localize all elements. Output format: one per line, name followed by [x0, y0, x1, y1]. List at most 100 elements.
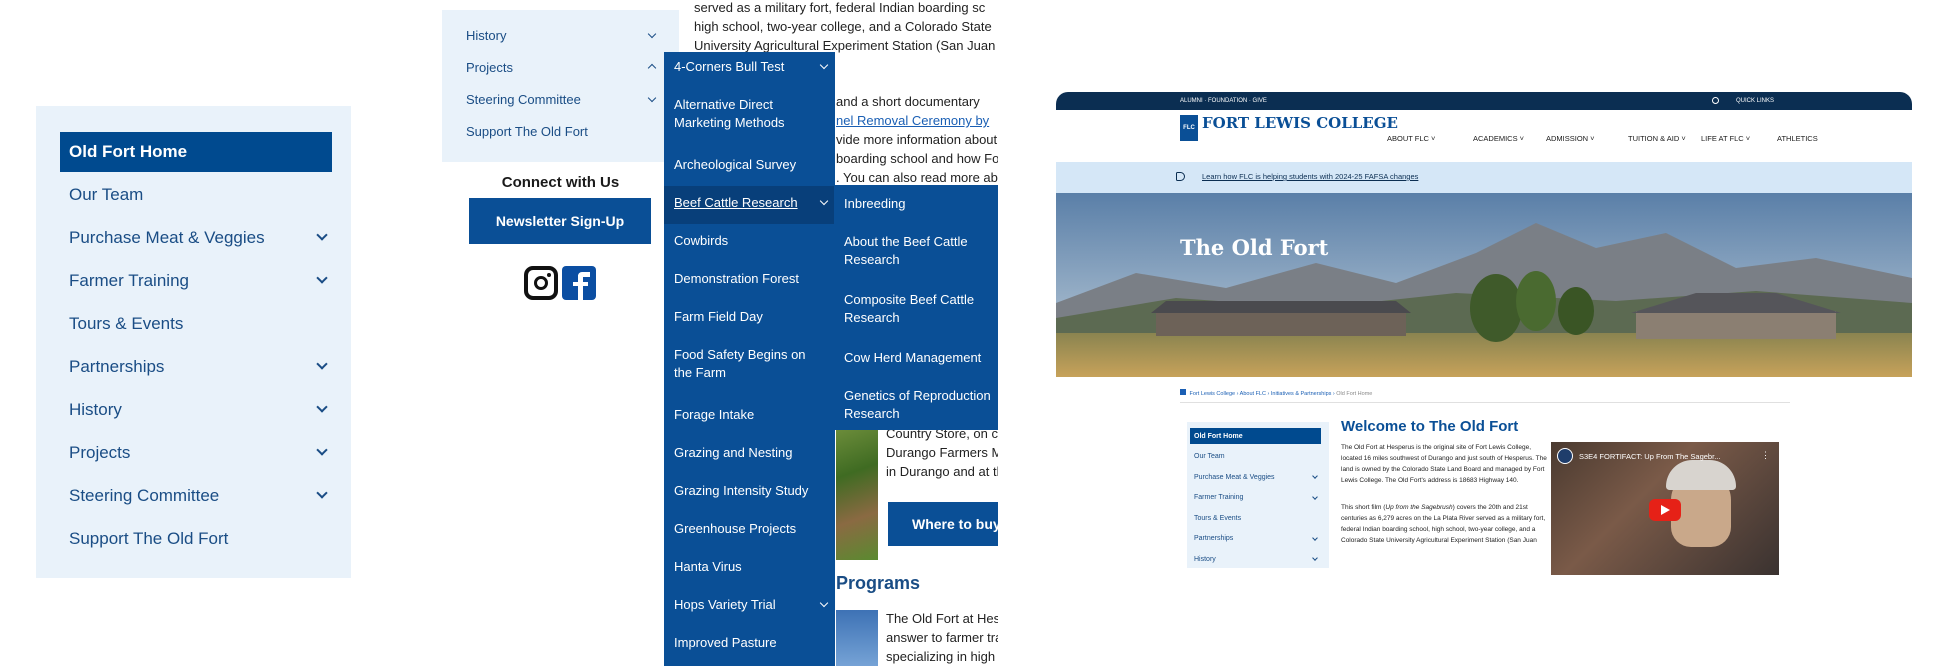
newsletter-button[interactable]: Newsletter Sign-Up [469, 198, 651, 244]
sidebar-item[interactable]: History [1190, 551, 1321, 567]
chevron-down-icon[interactable] [647, 29, 657, 39]
welcome-heading: Welcome to The Old Fort [1341, 418, 1519, 435]
ceremony-link[interactable]: nel Removal Ceremony by [836, 111, 989, 130]
film-paragraph: This short film (Up from the Sagebrush) … [1341, 502, 1547, 546]
sidebar-item-history[interactable]: History [466, 28, 506, 43]
sidebar-item[interactable]: Our Team [1190, 449, 1321, 465]
breadcrumb-item[interactable]: Initiatives & Partnerships [1271, 391, 1332, 397]
sidebar-item[interactable]: Partnerships [1190, 531, 1321, 547]
dropdown-item[interactable]: Greenhouse Projects [674, 520, 824, 538]
facebook-icon[interactable] [562, 266, 596, 300]
video-thumbnail-hair [1666, 460, 1736, 490]
sidebar-item[interactable]: Purchase Meat & Veggies [60, 218, 332, 258]
sidebar-item[interactable]: Support The Old Fort [60, 519, 332, 559]
dropdown-item[interactable]: Forage Intake [674, 406, 824, 424]
dropdown-item[interactable]: Alternative Direct Marketing Methods [674, 96, 824, 132]
video-player[interactable]: S3E4 FORTIFACT: Up From The Sagebr... ⋮ [1551, 442, 1779, 575]
nav-item-label: LIFE AT FLC [1701, 134, 1744, 143]
sidebar-item[interactable]: Old Fort Home [1190, 428, 1321, 444]
chevron-down-icon[interactable] [1312, 534, 1318, 541]
chevron-down-icon[interactable] [316, 272, 328, 284]
where-to-buy-button[interactable]: Where to buy [888, 502, 998, 546]
nav-item[interactable]: ADMISSION ˅ [1546, 134, 1595, 143]
projects-dropdown: 4-Corners Bull Test Alternative Direct Ma… [664, 52, 835, 666]
chevron-down-icon[interactable] [316, 487, 328, 499]
chevron-down-icon[interactable] [316, 444, 328, 456]
dropdown-item[interactable]: Demonstration Forest [674, 270, 824, 288]
nav-item[interactable]: LIFE AT FLC ˅ [1701, 134, 1750, 143]
body-line: in Durango and at th [886, 464, 998, 479]
chevron-down-icon[interactable] [316, 401, 328, 413]
chevron-down-icon: ˅ [1588, 134, 1595, 143]
sidebar-item-label: Farmer Training [69, 271, 189, 290]
dropdown-item[interactable]: Beef Cattle Research [674, 194, 824, 212]
quick-links[interactable]: QUICK LINKS [1736, 98, 1774, 104]
dropdown-item[interactable]: Grazing and Nesting [674, 444, 824, 462]
sidebar-item-label: Old Fort Home [69, 142, 188, 161]
sidebar-item-steering[interactable]: Steering Committee [466, 92, 581, 107]
sidebar-item[interactable]: Partnerships [60, 347, 332, 387]
film-title: Up from the Sagebrush [1385, 504, 1453, 511]
body-line: specializing in high [886, 649, 996, 664]
submenu-item[interactable]: Genetics of Reproduction Research [844, 387, 994, 423]
dropdown-item[interactable]: Grazing Intensity Study [674, 482, 824, 500]
dropdown-item[interactable]: Cowbirds [674, 232, 824, 250]
sidebar-item[interactable]: Old Fort Home [60, 132, 332, 172]
nav-item[interactable]: ACADEMICS ˅ [1473, 134, 1524, 143]
fafsa-link[interactable]: Learn how FLC is helping students with 2… [1202, 172, 1418, 181]
chevron-down-icon[interactable] [1312, 493, 1318, 500]
nav-item-label: ABOUT FLC [1387, 134, 1429, 143]
nav-item-label: ACADEMICS [1473, 134, 1518, 143]
dropdown-item[interactable]: Archeological Survey [674, 156, 824, 174]
college-logo-text[interactable]: FORT LEWIS COLLEGE [1202, 114, 1398, 132]
more-options-icon[interactable]: ⋮ [1761, 450, 1770, 461]
dropdown-item[interactable]: Hops Variety Trial [674, 596, 824, 614]
nav-item[interactable]: ATHLETICS [1777, 134, 1818, 143]
sidebar-item[interactable]: Steering Committee [60, 476, 332, 516]
play-button[interactable] [1649, 499, 1681, 521]
chevron-down-icon[interactable] [647, 93, 657, 103]
dropdown-item[interactable]: Improved Pasture [674, 634, 824, 652]
chevron-up-icon[interactable] [647, 63, 657, 73]
instagram-icon[interactable] [524, 266, 558, 300]
sidebar-item[interactable]: Tours & Events [60, 304, 332, 344]
flc-logo-mark[interactable]: FLC [1180, 115, 1198, 141]
sidebar-item[interactable]: Farmer Training [60, 261, 332, 301]
film-text: This short film ( [1341, 504, 1386, 511]
video-title[interactable]: S3E4 FORTIFACT: Up From The Sagebr... [1579, 452, 1720, 461]
sidebar-item[interactable]: Our Team [60, 175, 332, 215]
chevron-down-icon[interactable] [1312, 555, 1318, 561]
chevron-down-icon[interactable] [316, 229, 328, 241]
sidebar-nav-small: Old Fort Home Our Team Purchase Meat & Veg… [1187, 422, 1329, 568]
dropdown-item[interactable]: Farm Field Day [674, 308, 824, 326]
channel-avatar[interactable] [1557, 448, 1573, 464]
hero-image: The Old Fort [1056, 193, 1912, 377]
sidebar-item[interactable]: Purchase Meat & Veggies [1190, 469, 1321, 485]
chevron-down-icon[interactable] [1312, 473, 1318, 479]
dropdown-item[interactable]: Hanta Virus [674, 558, 824, 576]
sidebar-item[interactable]: Farmer Training [1190, 490, 1321, 506]
nav-item[interactable]: TUITION & AID ˅ [1628, 134, 1686, 143]
breadcrumb-item[interactable]: Fort Lewis College [1190, 391, 1236, 397]
sidebar-item-projects[interactable]: Projects [466, 60, 513, 75]
breadcrumb-item[interactable]: About FLC [1240, 391, 1266, 397]
submenu-item[interactable]: Inbreeding [844, 195, 994, 213]
submenu-item[interactable]: Cow Herd Management [844, 349, 994, 367]
body-line: served as a military fort, federal India… [694, 0, 986, 15]
submenu-item[interactable]: Composite Beef Cattle Research [844, 291, 994, 327]
chevron-down-icon[interactable] [316, 358, 328, 370]
submenu-item[interactable]: About the Beef Cattle Research [844, 233, 994, 269]
nav-item[interactable]: ABOUT FLC ˅ [1387, 134, 1435, 143]
utility-links[interactable]: ALUMNI · FOUNDATION · GIVE [1180, 98, 1267, 104]
sidebar-item[interactable]: History [60, 390, 332, 430]
dropdown-item[interactable]: Food Safety Begins on the Farm [674, 346, 824, 382]
home-icon[interactable] [1180, 389, 1186, 395]
dropdown-item[interactable]: 4-Corners Bull Test [674, 58, 824, 76]
sidebar-item-support[interactable]: Support The Old Fort [466, 124, 588, 139]
sidebar-item-label: Projects [69, 443, 131, 462]
sidebar-item-label: History [1194, 555, 1216, 563]
sidebar-item-label: Purchase Meat & Veggies [69, 228, 265, 247]
sidebar-item[interactable]: Tours & Events [1190, 510, 1321, 526]
search-icon[interactable] [1712, 97, 1719, 104]
sidebar-item[interactable]: Projects [60, 433, 332, 473]
